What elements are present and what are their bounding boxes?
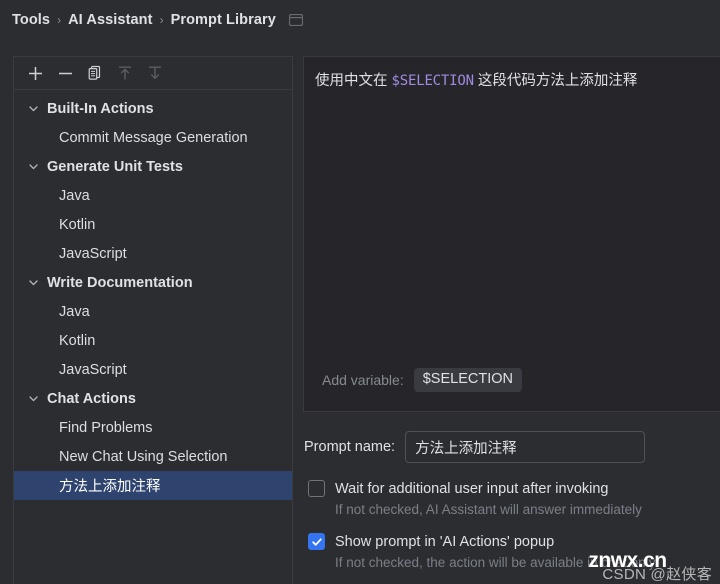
prompt-text-content[interactable]: 使用中文在 $SELECTION 这段代码方法上添加注释 bbox=[304, 57, 720, 92]
wait-for-input-hint: If not checked, AI Assistant will answer… bbox=[335, 502, 642, 517]
tree-row-label: 方法上添加注释 bbox=[59, 479, 161, 495]
tree-row-label: Java bbox=[59, 187, 90, 204]
prompt-name-input[interactable] bbox=[405, 431, 646, 463]
import-prompts-button[interactable] bbox=[110, 59, 140, 87]
remove-prompt-button[interactable] bbox=[50, 59, 80, 87]
prompt-name-label: Prompt name: bbox=[304, 439, 396, 455]
tree-row[interactable]: JavaScript bbox=[14, 355, 292, 384]
tree-row[interactable]: Chat Actions bbox=[14, 384, 292, 413]
tree-row-label: New Chat Using Selection bbox=[59, 448, 228, 465]
chevron-down-icon[interactable] bbox=[24, 393, 42, 404]
tree-row-label: Write Documentation bbox=[47, 274, 193, 291]
show-in-popup-hint: If not checked, the action will be avail… bbox=[335, 555, 656, 570]
tree-row-label: Generate Unit Tests bbox=[47, 158, 183, 175]
tree-row[interactable]: 方法上添加注释 bbox=[14, 471, 292, 500]
prompt-text-before: 使用中文在 bbox=[315, 73, 388, 89]
main-content-area: Built-In Actions Commit Message Generatio… bbox=[0, 40, 720, 584]
tree-row-label: JavaScript bbox=[59, 245, 127, 262]
prompt-tree-list[interactable]: Built-In Actions Commit Message Generatio… bbox=[14, 90, 292, 584]
tree-row[interactable]: JavaScript bbox=[14, 239, 292, 268]
tree-row[interactable]: Generate Unit Tests bbox=[14, 152, 292, 181]
export-prompts-button[interactable] bbox=[140, 59, 170, 87]
tree-row-label: Kotlin bbox=[59, 216, 96, 233]
tree-row-label: Kotlin bbox=[59, 332, 96, 349]
tree-row[interactable]: Java bbox=[14, 181, 292, 210]
window-panel-icon[interactable] bbox=[288, 12, 304, 28]
prompt-detail-panel: 使用中文在 $SELECTION 这段代码方法上添加注释 Add variabl… bbox=[303, 56, 720, 584]
show-in-popup-checkbox-row[interactable]: Show prompt in 'AI Actions' popup bbox=[308, 533, 720, 550]
wait-for-input-checkbox-row[interactable]: Wait for additional user input after inv… bbox=[308, 480, 720, 497]
tree-row-label: JavaScript bbox=[59, 361, 127, 378]
tree-row-label: Java bbox=[59, 303, 90, 320]
chevron-down-icon[interactable] bbox=[24, 161, 42, 172]
tree-row[interactable]: Commit Message Generation bbox=[14, 123, 292, 152]
tree-row[interactable]: Find Problems bbox=[14, 413, 292, 442]
breadcrumb-separator: › bbox=[159, 13, 164, 27]
chevron-down-icon[interactable] bbox=[24, 277, 42, 288]
show-in-popup-checkbox[interactable] bbox=[308, 533, 325, 550]
breadcrumb-item-ai-assistant[interactable]: AI Assistant bbox=[68, 12, 152, 28]
prompt-settings-form: Prompt name: Wait for additional user in… bbox=[303, 430, 720, 570]
duplicate-prompt-button[interactable] bbox=[80, 59, 110, 87]
prompt-tree-panel: Built-In Actions Commit Message Generatio… bbox=[13, 56, 293, 584]
selection-variable-token: $SELECTION bbox=[391, 73, 474, 89]
wait-for-input-label: Wait for additional user input after inv… bbox=[335, 480, 609, 497]
wait-for-input-checkbox[interactable] bbox=[308, 480, 325, 497]
tree-row[interactable]: Kotlin bbox=[14, 210, 292, 239]
breadcrumb-item-prompt-library[interactable]: Prompt Library bbox=[171, 12, 276, 28]
add-variable-label: Add variable: bbox=[322, 372, 404, 388]
show-in-popup-label: Show prompt in 'AI Actions' popup bbox=[335, 533, 555, 550]
prompt-text-editor[interactable]: 使用中文在 $SELECTION 这段代码方法上添加注释 Add variabl… bbox=[303, 56, 720, 412]
breadcrumb: Tools › AI Assistant › Prompt Library bbox=[0, 0, 720, 40]
add-variable-selection-chip[interactable]: $SELECTION bbox=[413, 368, 522, 392]
prompt-tree-toolbar bbox=[14, 57, 292, 90]
tree-row[interactable]: Java bbox=[14, 297, 292, 326]
tree-row[interactable]: Write Documentation bbox=[14, 268, 292, 297]
breadcrumb-item-tools[interactable]: Tools bbox=[12, 12, 50, 28]
tree-row-label: Commit Message Generation bbox=[59, 129, 248, 146]
tree-row[interactable]: Built-In Actions bbox=[14, 94, 292, 123]
prompt-text-after: 这段代码方法上添加注释 bbox=[477, 73, 638, 89]
check-icon bbox=[311, 537, 322, 546]
tree-row-label: Built-In Actions bbox=[47, 100, 154, 117]
chevron-down-icon[interactable] bbox=[24, 103, 42, 114]
add-variable-row: Add variable: $SELECTION bbox=[304, 365, 720, 411]
breadcrumb-separator: › bbox=[57, 13, 62, 27]
tree-row[interactable]: New Chat Using Selection bbox=[14, 442, 292, 471]
prompt-name-row: Prompt name: bbox=[304, 430, 720, 464]
tree-row-label: Find Problems bbox=[59, 419, 153, 436]
add-prompt-button[interactable] bbox=[20, 59, 50, 87]
tree-row-label: Chat Actions bbox=[47, 390, 136, 407]
tree-row[interactable]: Kotlin bbox=[14, 326, 292, 355]
